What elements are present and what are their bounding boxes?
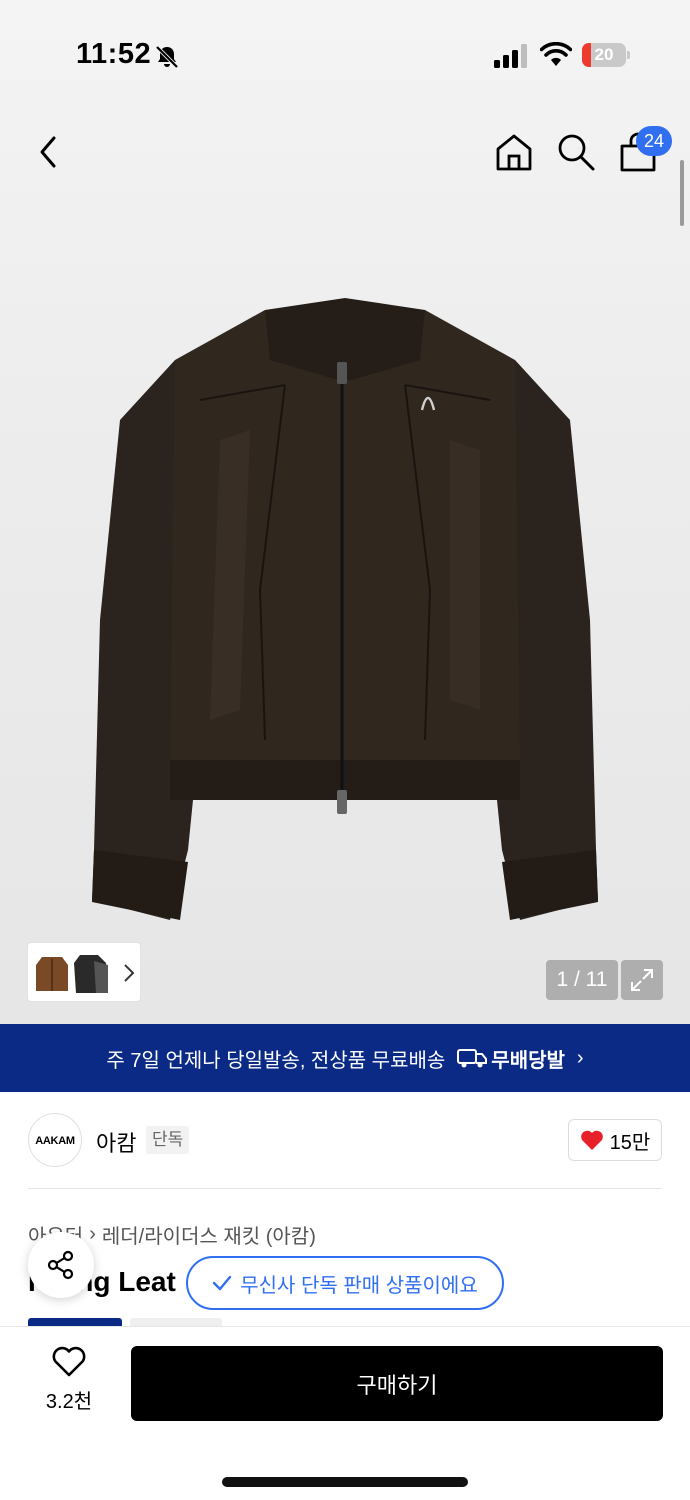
search-button[interactable] [552,128,600,176]
bell-off-icon [155,45,179,69]
brand-logo[interactable]: AAKAM [28,1113,82,1167]
expand-icon [631,969,653,991]
search-icon [558,134,595,171]
chevron-right-icon [124,964,135,982]
battery-cap [627,51,630,59]
breadcrumb-subcategory[interactable]: 레더/라이더스 재킷 (아캄) [102,1220,316,1249]
thumbnail-brown-jacket[interactable] [34,951,70,995]
share-button[interactable] [28,1232,94,1298]
exclusive-sale-text: 무신사 단독 판매 상품이에요 [240,1274,478,1297]
scroll-indicator [680,160,684,226]
chevron-left-icon [40,136,56,168]
home-button[interactable] [490,128,538,176]
brand-like-button[interactable]: 15만 [568,1119,662,1161]
exclusive-tag: 단독 [146,1126,190,1154]
check-icon [213,1275,232,1291]
thumbnail-black-jacket[interactable] [72,951,108,995]
banner-text: 주 7일 언제나 당일발송, 전상품 무료배송 [106,1049,446,1072]
battery-icon: 20 [582,43,630,67]
heart-outline-icon [52,1346,86,1377]
divider [28,1188,662,1189]
battery-level: 20 [594,45,614,64]
product-tags-partial [28,1318,228,1326]
product-tag-1 [28,1318,122,1326]
home-indicator [222,1477,468,1487]
back-button[interactable] [24,128,72,176]
brand-like-count: 15만 [609,1131,651,1154]
delivery-promo-banner[interactable]: 주 7일 언제나 당일발송, 전상품 무료배송 무배당발 › [0,1024,690,1092]
brand-name[interactable]: 아캄 [96,1126,136,1158]
product-detail-screen: 11:52 20 24 1 / 11 주 7일 언제나 당일발송, 전상품 무료… [0,0,690,1500]
wishlist-count: 3.2천 [45,1391,93,1413]
free-delivery-label: 무배당발 [491,1049,565,1072]
cart-count-badge: 24 [636,126,672,156]
product-image[interactable] [80,290,610,930]
wishlist-button[interactable]: 3.2천 [30,1346,108,1416]
product-tag-2 [130,1318,222,1326]
exclusive-sale-chip: 무신사 단독 판매 상품이에요 [186,1256,504,1310]
thumbnail-strip[interactable] [27,942,141,1002]
cellular-signal-icon [494,44,527,68]
banner-chevron-icon: › [576,1046,584,1069]
battery-body: 20 [582,43,626,67]
image-counter: 1 / 11 [546,960,618,1000]
buy-button[interactable]: 구매하기 [131,1346,663,1421]
wifi-icon [540,42,572,66]
share-icon [47,1250,74,1280]
free-delivery-badge: 무배당발 [457,1044,565,1073]
breadcrumb-separator: › [89,1223,96,1245]
home-icon [496,134,532,171]
status-bar: 11:52 20 [0,0,690,110]
fullscreen-button[interactable] [621,960,663,1000]
heart-filled-icon [580,1130,603,1150]
delivery-truck-icon [457,1049,488,1068]
status-time: 11:52 [76,38,152,70]
